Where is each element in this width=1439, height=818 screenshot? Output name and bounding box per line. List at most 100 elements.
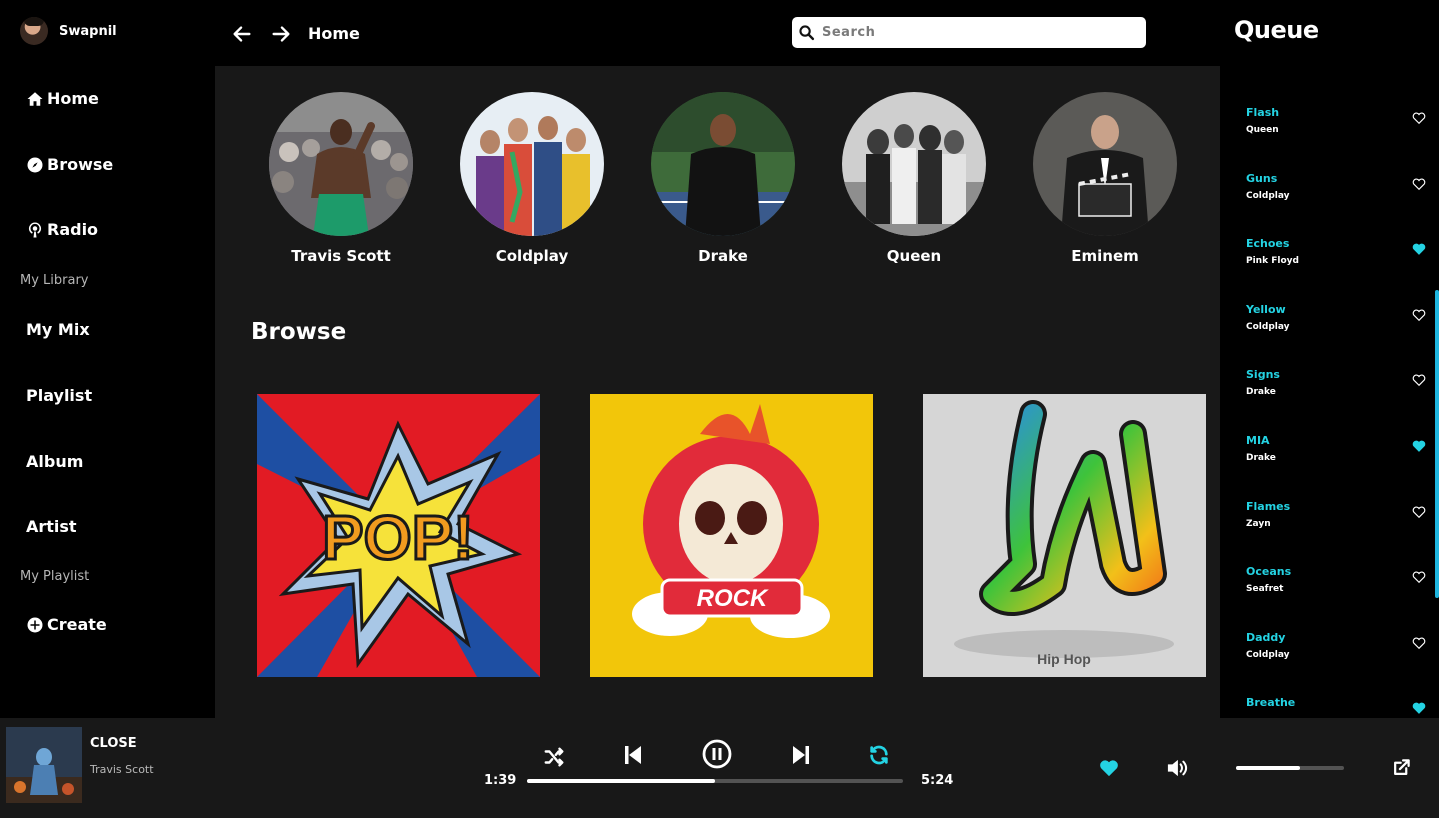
queue-item[interactable]: MIA Drake xyxy=(1246,434,1426,480)
queue-song-title: Flames xyxy=(1246,499,1291,513)
heart-outline-icon[interactable] xyxy=(1412,308,1426,322)
nav-browse[interactable]: Browse xyxy=(26,155,113,174)
queue-song-artist: Coldplay xyxy=(1246,321,1290,332)
queue-song-title: Echoes xyxy=(1246,237,1290,251)
search-icon xyxy=(799,25,815,41)
artist-photo xyxy=(269,92,413,236)
track-title[interactable]: CLOSE xyxy=(90,736,137,751)
genre-card-hip-hop[interactable]: Hip Hop xyxy=(923,394,1206,677)
shuffle-button[interactable] xyxy=(543,746,565,768)
hip-hop-artwork: Hip Hop xyxy=(923,394,1206,677)
queue-song-artist: Pink Floyd xyxy=(1246,256,1299,267)
heart-outline-icon[interactable] xyxy=(1412,570,1426,584)
previous-button[interactable] xyxy=(623,744,643,766)
genre-card-pop[interactable]: POP! xyxy=(257,394,540,677)
next-button[interactable] xyxy=(791,744,811,766)
top-bar: Home xyxy=(215,0,1220,66)
hip-hop-label: Hip Hop xyxy=(1037,651,1091,667)
queue-item[interactable]: Breathe xyxy=(1246,696,1426,718)
pause-button[interactable] xyxy=(702,739,732,769)
volume-fill xyxy=(1236,766,1300,770)
library-playlist[interactable]: Playlist xyxy=(26,386,92,405)
user-profile[interactable]: Swapnil xyxy=(20,17,117,45)
artists-row: Travis Scott Coldplay Drake Queen Eminem xyxy=(269,92,1189,272)
artist-card-coldplay[interactable]: Coldplay xyxy=(460,92,604,265)
queue-item[interactable]: Yellow Coldplay xyxy=(1246,303,1426,349)
track-artist[interactable]: Travis Scott xyxy=(90,763,154,776)
shuffle-icon xyxy=(544,747,564,767)
heart-filled-icon[interactable] xyxy=(1412,439,1426,453)
heart-outline-icon[interactable] xyxy=(1412,111,1426,125)
back-button[interactable] xyxy=(231,23,253,45)
heart-filled-icon[interactable] xyxy=(1412,701,1426,715)
queue-song-artist: Drake xyxy=(1246,387,1276,398)
search-bar[interactable] xyxy=(792,17,1146,48)
queue-song-title: Flash xyxy=(1246,106,1280,119)
queue-item[interactable]: Signs Drake xyxy=(1246,368,1426,414)
queue-song-title: Signs xyxy=(1246,368,1280,382)
artist-name: Drake xyxy=(698,247,748,265)
heart-outline-icon[interactable] xyxy=(1412,373,1426,387)
queue-song-artist: Drake xyxy=(1246,453,1276,463)
library-my-mix[interactable]: My Mix xyxy=(26,320,90,339)
heart-outline-icon[interactable] xyxy=(1412,636,1426,650)
library-album[interactable]: Album xyxy=(26,452,83,471)
volume-icon xyxy=(1167,759,1188,777)
artist-photo xyxy=(842,92,986,236)
volume-button[interactable] xyxy=(1166,758,1188,778)
pop-label: POP! xyxy=(322,504,474,573)
rock-label: ROCK xyxy=(697,585,769,612)
create-playlist-button[interactable]: Create xyxy=(26,615,107,634)
artist-card-drake[interactable]: Drake xyxy=(651,92,795,265)
artist-name: Eminem xyxy=(1071,247,1139,265)
progress-bar[interactable] xyxy=(527,779,903,783)
playlist-heading: My Playlist xyxy=(20,569,90,584)
arrow-right-icon xyxy=(272,26,290,42)
artist-card-queen[interactable]: Queen xyxy=(842,92,986,265)
username: Swapnil xyxy=(59,23,117,39)
forward-button[interactable] xyxy=(270,23,292,45)
heart-filled-icon[interactable] xyxy=(1412,242,1426,256)
queue-song-title: Oceans xyxy=(1246,565,1292,579)
nav-radio[interactable]: Radio xyxy=(26,220,98,239)
progress-fill xyxy=(527,779,715,783)
queue-item[interactable]: Guns Coldplay xyxy=(1246,172,1426,218)
artist-name: Travis Scott xyxy=(291,247,391,265)
album-cover[interactable] xyxy=(6,727,82,803)
create-label: Create xyxy=(47,615,107,634)
avatar[interactable] xyxy=(20,17,48,45)
library-artist[interactable]: Artist xyxy=(26,517,77,536)
nav-browse-label: Browse xyxy=(47,155,114,174)
skip-back-icon xyxy=(625,746,641,764)
artist-card-travis-scott[interactable]: Travis Scott xyxy=(269,92,413,265)
queue-song-artist: Coldplay xyxy=(1246,190,1290,201)
repeat-icon xyxy=(870,745,888,765)
track-duration: 5:24 xyxy=(921,773,954,788)
queue-item[interactable]: Echoes Pink Floyd xyxy=(1246,237,1426,283)
queue-heading: Queue xyxy=(1234,16,1319,44)
volume-slider[interactable] xyxy=(1236,766,1344,770)
arrow-left-icon xyxy=(233,26,251,42)
queue-song-artist: Coldplay xyxy=(1246,649,1290,660)
main-content: Home Travis Scott xyxy=(215,0,1220,718)
artist-name: Queen xyxy=(886,247,942,265)
queue-scrollbar[interactable] xyxy=(1435,290,1439,598)
nav-home-label: Home xyxy=(47,89,99,108)
sidebar: Swapnil Home Browse Radio My Library My … xyxy=(0,0,215,718)
repeat-button[interactable] xyxy=(868,744,890,766)
heart-outline-icon[interactable] xyxy=(1412,177,1426,191)
genre-card-rock[interactable]: ROCK xyxy=(590,394,873,677)
nav-radio-label: Radio xyxy=(47,220,99,239)
queue-song-title: Yellow xyxy=(1246,302,1286,316)
artist-card-eminem[interactable]: Eminem xyxy=(1033,92,1177,265)
nav-home[interactable]: Home xyxy=(26,89,99,108)
queue-item[interactable]: Daddy Coldplay xyxy=(1246,631,1426,677)
search-input[interactable] xyxy=(822,25,1132,40)
queue-item[interactable]: Flash Queen xyxy=(1246,106,1426,152)
queue-item[interactable]: Oceans Seafret xyxy=(1246,565,1426,611)
queue-item[interactable]: Flames Zayn xyxy=(1246,500,1426,546)
rock-artwork: ROCK xyxy=(590,394,873,677)
like-track-button[interactable] xyxy=(1099,759,1119,777)
heart-outline-icon[interactable] xyxy=(1412,505,1426,519)
open-external-button[interactable] xyxy=(1392,758,1411,777)
